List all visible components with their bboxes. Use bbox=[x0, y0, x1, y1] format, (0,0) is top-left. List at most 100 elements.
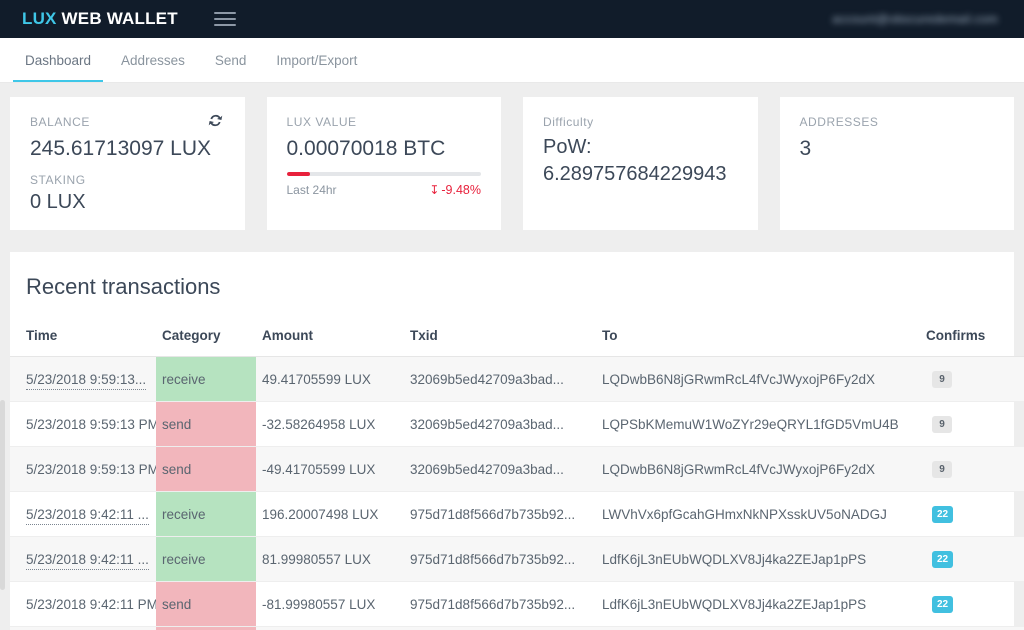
tab-send[interactable]: Send bbox=[200, 38, 262, 82]
column-header-confirms[interactable]: Confirms bbox=[926, 320, 1024, 357]
cell-time: 5/23/2018 9:42:11 PM bbox=[10, 626, 156, 630]
cell-category: receive bbox=[156, 536, 256, 582]
table-row[interactable]: 5/23/2018 9:59:13... receive 49.41705599 L… bbox=[10, 356, 1024, 402]
cell-amount: -81.99980557 LUX bbox=[256, 581, 404, 627]
hamburger-bar bbox=[213, 18, 236, 20]
confirms-badge: 9 bbox=[932, 416, 952, 433]
confirms-badge: 9 bbox=[932, 461, 952, 478]
cell-txid[interactable]: 975d71d8f566d7b735b92... bbox=[404, 581, 596, 627]
lux-value-change-label: -9.48% bbox=[441, 183, 481, 197]
cell-category: send bbox=[156, 401, 256, 447]
cell-time: 5/23/2018 9:59:13 PM bbox=[10, 446, 156, 492]
lux-value-progress-fill bbox=[286, 172, 310, 176]
column-header-category[interactable]: Category bbox=[156, 320, 256, 357]
tab-import-export-label: Import/Export bbox=[276, 52, 358, 68]
lux-value-card: LUX VALUE 0.00070018 BTC Last 24hr ↧ -9.… bbox=[266, 97, 501, 230]
column-header-txid[interactable]: Txid bbox=[404, 320, 596, 357]
vertical-scrollbar[interactable] bbox=[0, 400, 5, 590]
confirms-badge: 22 bbox=[932, 551, 954, 568]
cell-txid[interactable]: 32069b5ed42709a3bad... bbox=[404, 401, 596, 447]
cell-confirms: 22 bbox=[926, 536, 1024, 582]
balance-card: BALANCE 245.61713097 LUX STAKING 0 LUX bbox=[10, 97, 245, 230]
addresses-value: 3 bbox=[799, 137, 812, 160]
column-header-to[interactable]: To bbox=[596, 320, 926, 357]
staking-value: 0 LUX bbox=[30, 191, 86, 213]
difficulty-label: Difficulty bbox=[543, 115, 594, 129]
main-tab-bar: Dashboard Addresses Send Import/Export bbox=[0, 38, 1024, 83]
cell-txid[interactable]: 975d71d8f566d7b735b92... bbox=[404, 536, 596, 582]
stat-cards-row: BALANCE 245.61713097 LUX STAKING 0 LUX L… bbox=[0, 83, 1024, 230]
refresh-icon[interactable] bbox=[208, 113, 223, 128]
cell-category: send bbox=[156, 581, 256, 627]
cell-txid[interactable]: 975d71d8f566d7b735b92... bbox=[404, 626, 596, 630]
balance-value: 245.61713097 LUX bbox=[30, 137, 211, 160]
transactions-table-body: 5/23/2018 9:59:13... receive 49.41705599 L… bbox=[10, 356, 1024, 630]
addresses-card: ADDRESSES 3 bbox=[779, 97, 1014, 230]
time-abbr[interactable]: 5/23/2018 9:42:11 ... bbox=[26, 506, 149, 525]
tab-send-label: Send bbox=[214, 52, 247, 68]
confirms-badge: 9 bbox=[932, 371, 952, 388]
cell-to-address[interactable]: LQDwbB6N8jGRwmRcL4fVcJWyxojP6Fy2dX bbox=[596, 446, 926, 492]
arrow-down-icon: ↧ bbox=[429, 183, 440, 197]
transactions-table: Time Category Amount Txid To Confirms 5/… bbox=[10, 320, 1024, 630]
cell-confirms: 22 bbox=[926, 581, 1024, 627]
tab-dashboard-label: Dashboard bbox=[25, 52, 92, 68]
cell-txid[interactable]: 32069b5ed42709a3bad... bbox=[404, 356, 596, 402]
cell-time: 5/23/2018 9:59:13... bbox=[10, 356, 156, 402]
lux-value-progress-bar bbox=[286, 172, 481, 176]
cell-confirms: 22 bbox=[926, 626, 1024, 630]
cell-category: receive bbox=[156, 356, 256, 402]
recent-transactions-title: Recent transactions bbox=[26, 274, 221, 299]
lux-value-amount: 0.00070018 BTC bbox=[286, 137, 446, 160]
brand-lux: LUX bbox=[22, 9, 57, 28]
lux-value-period-label: Last 24hr bbox=[286, 183, 337, 197]
tab-dashboard[interactable]: Dashboard bbox=[10, 38, 106, 82]
time-text: 5/23/2018 9:59:13 PM bbox=[26, 416, 156, 432]
cell-to-address[interactable]: LQPSbKMemuW1WoZYr29eQRYL1fGD5VmU4B bbox=[596, 401, 926, 447]
app-brand[interactable]: LUX WEB WALLET bbox=[22, 9, 178, 29]
cell-to-address[interactable]: LWVhVx6pfGcahGHmxNkNPXsskUV5oNADGJ bbox=[596, 626, 926, 630]
cell-amount: 196.20007498 LUX bbox=[256, 491, 404, 537]
addresses-label: ADDRESSES bbox=[799, 115, 879, 129]
cell-amount: -196.20007498 LUX bbox=[256, 626, 404, 630]
lux-value-label: LUX VALUE bbox=[286, 115, 357, 129]
column-header-amount[interactable]: Amount bbox=[256, 320, 404, 357]
cell-txid[interactable]: 32069b5ed42709a3bad... bbox=[404, 446, 596, 492]
recent-transactions-panel: Recent transactions Time Category Amount… bbox=[10, 252, 1024, 630]
difficulty-card: Difficulty PoW: 6.289757684229943 bbox=[523, 97, 758, 230]
table-row[interactable]: 5/23/2018 9:42:11 PMsend-196.20007498 LU… bbox=[10, 626, 1024, 630]
cell-time: 5/23/2018 9:42:11 ... bbox=[10, 491, 156, 537]
hamburger-icon[interactable] bbox=[213, 12, 236, 26]
hamburger-bar bbox=[213, 24, 236, 26]
cell-amount: 81.99980557 LUX bbox=[256, 536, 404, 582]
cell-to-address[interactable]: LdfK6jL3nEUbWQDLXV8Jj4ka2ZEJap1pPS bbox=[596, 536, 926, 582]
top-navbar: LUX WEB WALLET account@obscuredemail.com bbox=[0, 0, 1024, 38]
cell-category: send bbox=[156, 446, 256, 492]
cell-confirms: 22 bbox=[926, 491, 1024, 537]
tab-addresses[interactable]: Addresses bbox=[106, 38, 200, 82]
table-row[interactable]: 5/23/2018 9:42:11 PM send -81.99980557 LUX… bbox=[10, 581, 1024, 627]
account-email[interactable]: account@obscuredemail.com bbox=[832, 12, 998, 26]
cell-to-address[interactable]: LQDwbB6N8jGRwmRcL4fVcJWyxojP6Fy2dX bbox=[596, 356, 926, 402]
time-text: 5/23/2018 9:59:13 PM bbox=[26, 461, 156, 477]
confirms-badge: 22 bbox=[932, 596, 954, 613]
table-row[interactable]: 5/23/2018 9:59:13 PM send -49.41705599 LUX… bbox=[10, 446, 1024, 492]
difficulty-value: PoW: 6.289757684229943 bbox=[543, 136, 727, 185]
cell-amount: -49.41705599 LUX bbox=[256, 446, 404, 492]
brand-web-wallet: WEB WALLET bbox=[61, 9, 178, 28]
table-row[interactable]: 5/23/2018 9:42:11 ... receive 81.99980557 … bbox=[10, 536, 1024, 582]
tab-import-export[interactable]: Import/Export bbox=[261, 38, 372, 82]
transactions-table-head: Time Category Amount Txid To Confirms bbox=[10, 320, 1024, 357]
cell-time: 5/23/2018 9:42:11 PM bbox=[10, 581, 156, 627]
cell-time: 5/23/2018 9:42:11 ... bbox=[10, 536, 156, 582]
time-abbr[interactable]: 5/23/2018 9:42:11 ... bbox=[26, 551, 149, 570]
time-text: 5/23/2018 9:42:11 PM bbox=[26, 596, 156, 612]
lux-value-change: ↧ -9.48% bbox=[429, 183, 481, 197]
table-row[interactable]: 5/23/2018 9:42:11 ... receive 196.20007498… bbox=[10, 491, 1024, 537]
cell-to-address[interactable]: LdfK6jL3nEUbWQDLXV8Jj4ka2ZEJap1pPS bbox=[596, 581, 926, 627]
cell-to-address[interactable]: LWVhVx6pfGcahGHmxNkNPXsskUV5oNADGJ bbox=[596, 491, 926, 537]
cell-txid[interactable]: 975d71d8f566d7b735b92... bbox=[404, 491, 596, 537]
table-row[interactable]: 5/23/2018 9:59:13 PM send -32.58264958 LUX… bbox=[10, 401, 1024, 447]
column-header-time[interactable]: Time bbox=[10, 320, 156, 357]
time-abbr[interactable]: 5/23/2018 9:59:13... bbox=[26, 371, 147, 390]
